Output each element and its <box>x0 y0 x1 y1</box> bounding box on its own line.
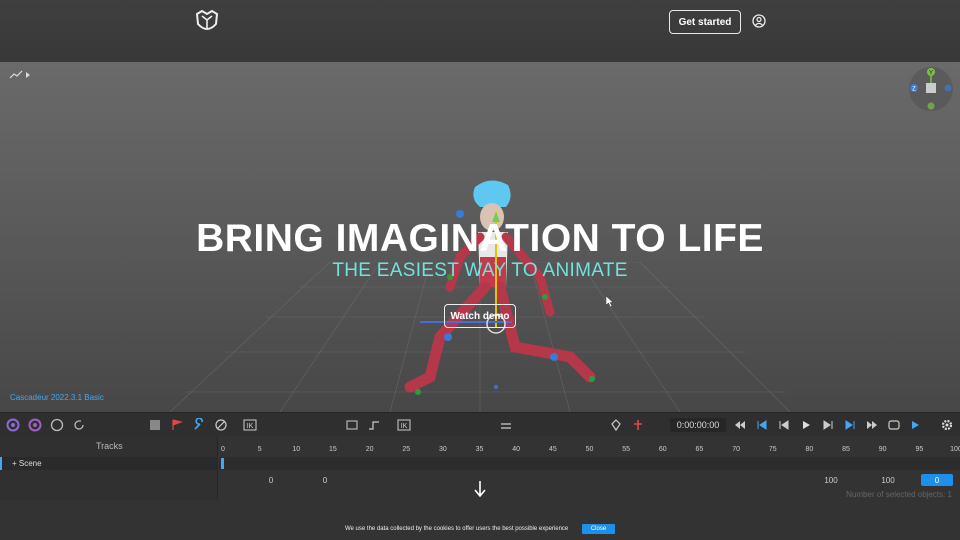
gear-icon[interactable] <box>940 418 954 432</box>
last-key-icon[interactable] <box>843 418 857 432</box>
prev-frame-icon[interactable] <box>777 418 791 432</box>
frame-field-selected[interactable]: 0 <box>921 474 953 486</box>
playhead[interactable] <box>221 458 224 469</box>
ruler-tick-label: 15 <box>329 446 337 453</box>
axis-gizmo[interactable]: Y Z <box>908 66 954 112</box>
ik-icon[interactable]: IK <box>243 418 257 432</box>
ruler-tick-label: 20 <box>365 446 374 453</box>
ruler-tick-label: 50 <box>585 446 594 453</box>
ik-toggle-icon[interactable]: IK <box>397 418 411 432</box>
site-header: Get started <box>0 0 960 62</box>
skeleton-icon[interactable] <box>631 418 645 432</box>
version-label: Cascadeur 2022.3.1 Basic <box>10 393 104 402</box>
book-icon[interactable] <box>148 418 162 432</box>
mouse-cursor-icon <box>606 296 614 307</box>
fast-forward-icon[interactable] <box>865 418 879 432</box>
gizmo-y-label: Y <box>929 71 933 77</box>
frame-select-icon[interactable] <box>345 418 359 432</box>
curve-icon[interactable] <box>367 418 381 432</box>
tracks-header: Tracks <box>96 441 123 451</box>
wrench-icon[interactable] <box>192 418 206 432</box>
ruler-tick-label: 60 <box>658 446 667 453</box>
refresh-icon[interactable] <box>72 418 86 432</box>
selected-objects-label: Number of selected objects: 1 <box>846 490 952 499</box>
frame-field-start[interactable]: 0 <box>264 474 278 486</box>
purple-mode-icon[interactable] <box>6 418 20 432</box>
ruler-tick-label: 70 <box>732 446 740 453</box>
ruler-tick-label: 100 <box>950 446 960 453</box>
ruler-tick-label: 85 <box>842 446 850 453</box>
first-key-icon[interactable] <box>755 418 769 432</box>
ruler-tick-label: 25 <box>402 446 411 453</box>
scene-track-lane[interactable] <box>219 457 960 470</box>
ruler-tick-label: 35 <box>475 446 484 453</box>
ruler-tick-label: 30 <box>438 446 447 453</box>
rigged-character-figure[interactable] <box>380 177 610 407</box>
flag-icon[interactable] <box>170 418 184 432</box>
cascadeur-logo-icon[interactable] <box>194 10 220 34</box>
timeline-ruler[interactable]: 0 5 10 15 20 25 30 35 40 45 50 55 60 65 70 75 80 85 90 95 10… <box>219 440 960 458</box>
svg-text:IK: IK <box>247 423 254 430</box>
ruler-tick-label: 90 <box>878 446 887 453</box>
no-entry-icon[interactable] <box>214 418 228 432</box>
get-started-button[interactable]: Get started <box>669 10 741 34</box>
scene-track-row[interactable]: + Scene <box>0 457 218 470</box>
rewind-icon[interactable] <box>733 418 747 432</box>
hero-title: BRING IMAGINATION TO LIFE <box>196 217 764 260</box>
gizmo-z-label: Z <box>912 87 916 93</box>
loop-icon[interactable] <box>887 418 901 432</box>
ruler-tick-label: 0 <box>221 446 225 453</box>
svg-text:IK: IK <box>401 423 408 430</box>
scroll-down-arrow-icon[interactable] <box>474 480 486 498</box>
time-display[interactable]: 0:00:00:00 <box>670 418 726 432</box>
cookie-banner: We use the data collected by the cookies… <box>0 518 960 540</box>
viewport-tool-icon[interactable] <box>8 68 32 82</box>
interpolation-icon[interactable] <box>499 418 513 432</box>
play-icon[interactable] <box>799 418 813 432</box>
frame-field-end[interactable]: 100 <box>821 474 841 486</box>
ruler-tick-label: 95 <box>915 446 924 453</box>
ruler-tick-label: 10 <box>292 446 301 453</box>
next-frame-icon[interactable] <box>821 418 835 432</box>
ruler-tick-label: 75 <box>768 446 777 453</box>
ruler-tick-label: 40 <box>512 446 521 453</box>
cookie-close-button[interactable]: Close <box>582 524 615 534</box>
hero-subtitle: THE EASIEST WAY TO ANIMATE <box>332 260 628 281</box>
frame-field-total[interactable]: 100 <box>878 474 898 486</box>
ruler-tick-label: 45 <box>548 446 557 453</box>
ruler-tick-label: 55 <box>622 446 631 453</box>
animation-toolbar: IK IK 0:00:00:00 <box>0 412 960 436</box>
3d-viewport[interactable]: Y Z BRING IMAGINATION TO LIFE THE EASIES… <box>0 62 960 412</box>
cookie-text: We use the data collected by the cookies… <box>345 526 569 532</box>
user-circle-icon[interactable] <box>752 14 766 28</box>
frame-field-current[interactable]: 0 <box>318 474 332 486</box>
scene-label: + Scene <box>12 459 42 468</box>
tracks-column: Tracks + Scene <box>0 436 218 500</box>
pin-icon[interactable] <box>609 418 623 432</box>
ruler-tick-label: 80 <box>805 446 814 453</box>
ruler-tick-label: 5 <box>257 446 262 453</box>
page-root: Get started Y Z BRING IMAGINATION TO LIF… <box>0 0 960 540</box>
purple-mode-2-icon[interactable] <box>28 418 42 432</box>
ruler-tick-label: 65 <box>695 446 704 453</box>
watch-demo-button[interactable]: Watch demo <box>444 304 516 328</box>
play-settings-icon[interactable] <box>909 418 923 432</box>
cycle-icon[interactable] <box>50 418 64 432</box>
